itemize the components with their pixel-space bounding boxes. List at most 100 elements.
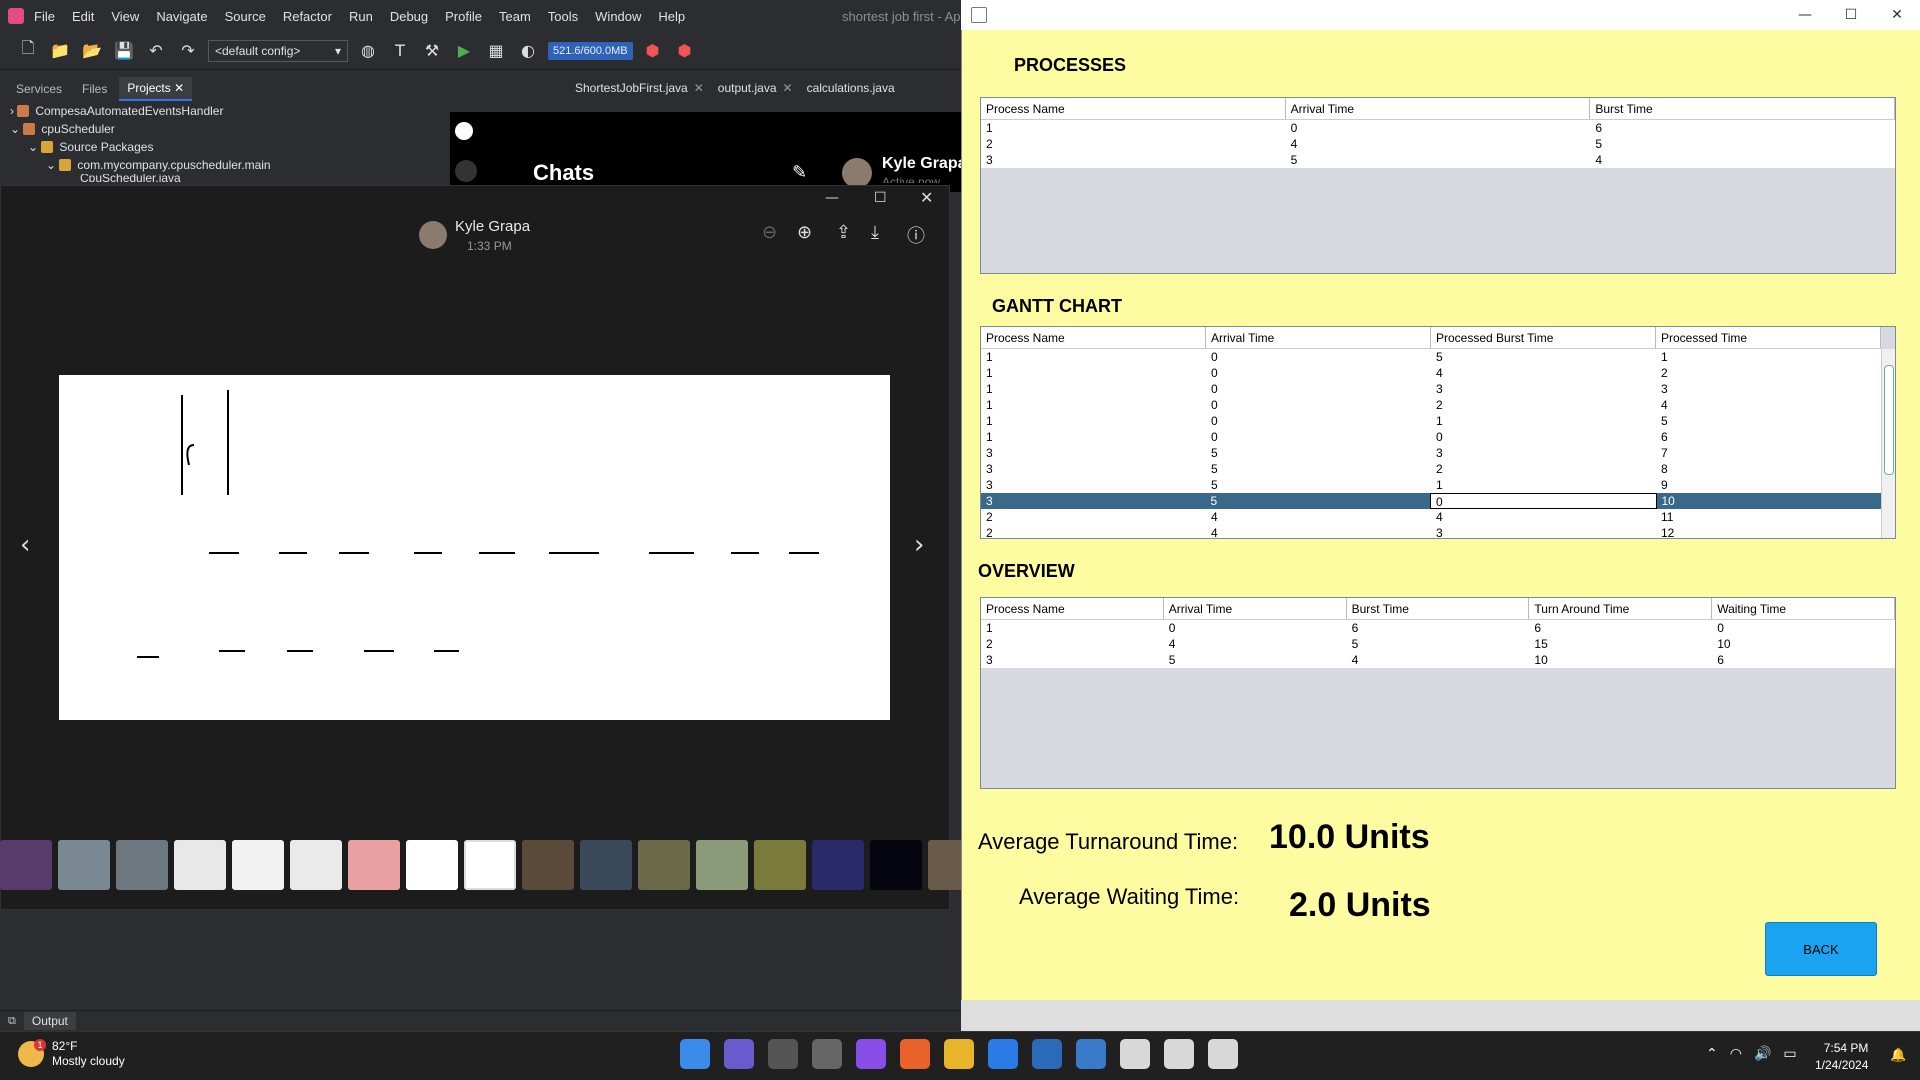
- table-row[interactable]: 1 0 1 5: [981, 413, 1881, 429]
- thumbnail[interactable]: [290, 840, 342, 890]
- compose-icon[interactable]: ✎: [792, 162, 807, 183]
- overview-table[interactable]: Process Name Arrival Time Burst Time Tur…: [980, 597, 1896, 789]
- column-header[interactable]: Arrival Time: [1286, 98, 1591, 119]
- thumbnail[interactable]: [522, 840, 574, 890]
- table-row[interactable]: 1 0 5 1: [981, 349, 1881, 365]
- table-row[interactable]: 1 0 3 3: [981, 381, 1881, 397]
- menu-profile[interactable]: Profile: [445, 9, 482, 24]
- messenger-icon[interactable]: [856, 1039, 886, 1069]
- zoom-out-icon[interactable]: ⊖: [762, 222, 777, 243]
- menu-window[interactable]: Window: [595, 9, 641, 24]
- column-header[interactable]: Processed Burst Time: [1431, 327, 1656, 348]
- table-row[interactable]: 2 4 3 12: [981, 525, 1881, 538]
- globe-icon[interactable]: ◍: [356, 39, 380, 63]
- table-row[interactable]: 1 0 6: [981, 120, 1895, 136]
- copilot-icon[interactable]: [724, 1039, 754, 1069]
- menu-tools[interactable]: Tools: [548, 9, 578, 24]
- tab-files[interactable]: Files: [74, 78, 115, 100]
- save-all-icon[interactable]: 💾: [112, 39, 136, 63]
- close-icon[interactable]: ✕: [174, 81, 184, 95]
- close-icon[interactable]: ✕: [783, 81, 793, 95]
- thumbnail[interactable]: [638, 840, 690, 890]
- thumbnail[interactable]: [0, 840, 52, 890]
- volume-icon[interactable]: 🔊: [1754, 1046, 1771, 1062]
- thumbnail[interactable]: [812, 840, 864, 890]
- thumbnail[interactable]: [116, 840, 168, 890]
- table-row[interactable]: 2 4 5: [981, 136, 1895, 152]
- tab-projects[interactable]: Projects ✕: [119, 77, 193, 101]
- thumbnail[interactable]: [870, 840, 922, 890]
- share-icon[interactable]: ⇪: [836, 222, 851, 243]
- gc-icon-2[interactable]: ⬢: [673, 39, 697, 63]
- column-header[interactable]: Process Name: [981, 98, 1286, 119]
- close-icon[interactable]: ✕: [1874, 7, 1920, 23]
- output-tab[interactable]: Output: [23, 1012, 76, 1030]
- avatar[interactable]: [842, 158, 872, 188]
- column-header[interactable]: Process Name: [981, 327, 1206, 348]
- editor-tab[interactable]: ShortestJobFirst.java ✕: [575, 81, 704, 95]
- chat-bubble-icon[interactable]: [455, 160, 477, 182]
- menu-team[interactable]: Team: [499, 9, 531, 24]
- menu-file[interactable]: File: [34, 9, 55, 24]
- thumbnail[interactable]: [696, 840, 748, 890]
- open-project-icon[interactable]: 📂: [80, 39, 104, 63]
- netbeans-icon[interactable]: [1076, 1039, 1106, 1069]
- next-arrow-icon[interactable]: ›: [914, 530, 924, 560]
- build-icon[interactable]: T: [388, 39, 412, 63]
- mail-icon[interactable]: [988, 1039, 1018, 1069]
- tree-item[interactable]: ⌄ Source Packages: [0, 138, 450, 156]
- info-icon[interactable]: ⓘ: [907, 222, 925, 248]
- restore-icon[interactable]: ⧉: [8, 1014, 16, 1028]
- gc-icon[interactable]: ⬢: [641, 39, 665, 63]
- table-row[interactable]: 1 0 4 2: [981, 365, 1881, 381]
- editor-tab[interactable]: calculations.java: [807, 81, 895, 95]
- table-row[interactable]: 1 0 0 6: [981, 429, 1881, 445]
- menu-source[interactable]: Source: [225, 9, 266, 24]
- processes-table[interactable]: Process Name Arrival Time Burst Time 1 0 6…: [980, 97, 1896, 274]
- undo-icon[interactable]: ↶: [144, 39, 168, 63]
- file-explorer-icon[interactable]: [944, 1039, 974, 1069]
- thumbnail-selected[interactable]: [464, 840, 516, 890]
- column-header[interactable]: Process Name: [981, 598, 1164, 619]
- table-row[interactable]: 2 4 5 15 10: [981, 636, 1895, 652]
- table-row[interactable]: 1 0 2 4: [981, 397, 1881, 413]
- thumbnail[interactable]: [58, 840, 110, 890]
- column-header[interactable]: Turn Around Time: [1529, 598, 1713, 619]
- tree-item[interactable]: ⌄ cpuScheduler: [0, 120, 450, 138]
- run-icon[interactable]: ▶: [452, 39, 476, 63]
- config-select[interactable]: <default config> ▾: [208, 39, 348, 62]
- maximize-icon[interactable]: ☐: [1828, 7, 1874, 23]
- debug-icon[interactable]: ▦: [484, 39, 508, 63]
- java-app-icon-3[interactable]: [1208, 1039, 1238, 1069]
- column-header[interactable]: Burst Time: [1590, 98, 1895, 119]
- close-icon[interactable]: ✕: [694, 81, 704, 95]
- clock[interactable]: 7:54 PM 1/24/2024: [1815, 1040, 1868, 1074]
- gantt-table[interactable]: Process Name Arrival Time Processed Burs…: [980, 326, 1896, 539]
- thumbnail[interactable]: [174, 840, 226, 890]
- tree-item[interactable]: › CompesaAutomatedEventsHandler: [0, 102, 450, 120]
- menu-view[interactable]: View: [111, 9, 139, 24]
- redo-icon[interactable]: ↷: [176, 39, 200, 63]
- table-row[interactable]: 3 5 0 10: [981, 493, 1881, 509]
- clean-build-icon[interactable]: ⚒: [420, 39, 444, 63]
- battery-icon[interactable]: ▭: [1783, 1046, 1796, 1062]
- menu-navigate[interactable]: Navigate: [156, 9, 207, 24]
- editor-tab[interactable]: output.java ✕: [718, 81, 793, 95]
- column-header[interactable]: Burst Time: [1347, 598, 1530, 619]
- tree-item[interactable]: ⌄ com.mycompany.cpuscheduler.main: [0, 156, 450, 174]
- back-button[interactable]: BACK: [1765, 922, 1877, 976]
- java-app-icon[interactable]: [1120, 1039, 1150, 1069]
- calculator-icon[interactable]: [812, 1039, 842, 1069]
- column-header[interactable]: Arrival Time: [1164, 598, 1347, 619]
- menu-debug[interactable]: Debug: [390, 9, 428, 24]
- menu-help[interactable]: Help: [658, 9, 685, 24]
- maximize-icon[interactable]: ☐: [874, 190, 887, 206]
- thumbnail[interactable]: [348, 840, 400, 890]
- thumbnail[interactable]: [232, 840, 284, 890]
- close-icon[interactable]: ✕: [920, 188, 933, 207]
- download-icon[interactable]: ⤓: [871, 222, 879, 243]
- zoom-in-icon[interactable]: ⊕: [797, 222, 812, 243]
- task-view-icon[interactable]: [768, 1039, 798, 1069]
- start-icon[interactable]: [680, 1039, 710, 1069]
- table-row[interactable]: 3 5 3 7: [981, 445, 1881, 461]
